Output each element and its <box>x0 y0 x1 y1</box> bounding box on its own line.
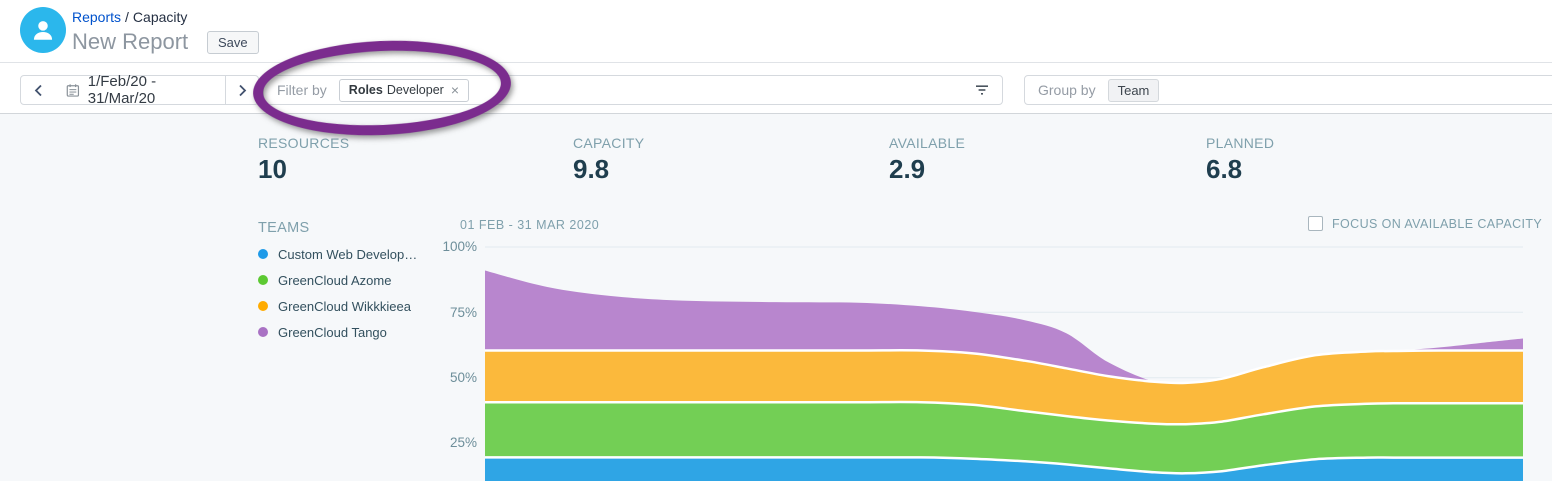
legend-label: GreenCloud Wikkkieea <box>278 299 411 314</box>
remove-filter-icon[interactable]: × <box>451 83 459 97</box>
filter-by-control[interactable]: Filter by Roles Developer × <box>263 75 1003 105</box>
filter-funnel-icon[interactable] <box>975 84 989 96</box>
next-period-button[interactable] <box>225 75 259 105</box>
stat-planned-value: 6.8 <box>1206 154 1274 185</box>
stat-resources: RESOURCES 10 <box>258 135 349 185</box>
teams-legend: Custom Web Develop… GreenCloud Azome Gre… <box>258 241 417 345</box>
filter-by-label: Filter by <box>277 82 327 98</box>
group-by-control[interactable]: Group by Team <box>1024 75 1552 105</box>
stat-available-label: AVAILABLE <box>889 135 965 151</box>
stat-capacity: CAPACITY 9.8 <box>573 135 644 185</box>
stat-capacity-label: CAPACITY <box>573 135 644 151</box>
date-range-picker[interactable]: 1/Feb/20 - 31/Mar/20 <box>56 75 226 105</box>
legend-label: GreenCloud Tango <box>278 325 387 340</box>
legend-dot-green <box>258 275 268 285</box>
stat-resources-label: RESOURCES <box>258 135 349 151</box>
capacity-report-page: Reports/Capacity New Report Save 1/Feb/2… <box>0 0 1552 481</box>
legend-label: Custom Web Develop… <box>278 247 417 262</box>
page-title: New Report <box>72 29 188 55</box>
stat-resources-value: 10 <box>258 154 349 185</box>
calendar-icon <box>66 83 80 98</box>
y-axis-tick-25: 25% <box>431 435 477 451</box>
date-range-value: 1/Feb/20 - 31/Mar/20 <box>88 73 216 107</box>
filter-chip-roles-developer[interactable]: Roles Developer × <box>339 79 469 102</box>
focus-available-capacity-toggle[interactable]: FOCUS ON AVAILABLE CAPACITY <box>1308 216 1542 231</box>
legend-label: GreenCloud Azome <box>278 273 391 288</box>
y-axis-tick-100: 100% <box>431 239 477 255</box>
focus-checkbox[interactable] <box>1308 216 1323 231</box>
legend-item-greencloud-wikkkieea[interactable]: GreenCloud Wikkkieea <box>258 293 417 319</box>
breadcrumb: Reports/Capacity <box>72 9 187 25</box>
stat-capacity-value: 9.8 <box>573 154 644 185</box>
avatar[interactable] <box>20 7 66 53</box>
stat-planned-label: PLANNED <box>1206 135 1274 151</box>
legend-item-greencloud-azome[interactable]: GreenCloud Azome <box>258 267 417 293</box>
chart-period-label: 01 FEB - 31 MAR 2020 <box>460 218 599 232</box>
focus-checkbox-label: FOCUS ON AVAILABLE CAPACITY <box>1332 217 1542 231</box>
stat-planned: PLANNED 6.8 <box>1206 135 1274 185</box>
filter-chip-value: Developer <box>387 83 444 97</box>
breadcrumb-reports-link[interactable]: Reports <box>72 9 121 25</box>
chevron-right-icon <box>238 84 247 97</box>
chevron-left-icon <box>34 84 43 97</box>
previous-period-button[interactable] <box>20 75 57 105</box>
group-by-label: Group by <box>1038 82 1096 98</box>
breadcrumb-current: Capacity <box>133 9 187 25</box>
y-axis-tick-50: 50% <box>431 370 477 386</box>
group-by-chip-team[interactable]: Team <box>1108 79 1160 102</box>
legend-item-greencloud-tango[interactable]: GreenCloud Tango <box>258 319 417 345</box>
capacity-chart-svg[interactable] <box>485 240 1523 481</box>
teams-section-title: TEAMS <box>258 220 309 236</box>
filter-chip-category: Roles <box>349 83 383 97</box>
breadcrumb-separator: / <box>125 9 129 25</box>
legend-item-custom-web-development[interactable]: Custom Web Develop… <box>258 241 417 267</box>
legend-dot-orange <box>258 301 268 311</box>
stat-available-value: 2.9 <box>889 154 965 185</box>
legend-dot-purple <box>258 327 268 337</box>
legend-dot-blue <box>258 249 268 259</box>
person-icon <box>30 17 56 43</box>
stat-available: AVAILABLE 2.9 <box>889 135 965 185</box>
y-axis-tick-75: 75% <box>431 305 477 321</box>
save-button[interactable]: Save <box>207 31 259 54</box>
